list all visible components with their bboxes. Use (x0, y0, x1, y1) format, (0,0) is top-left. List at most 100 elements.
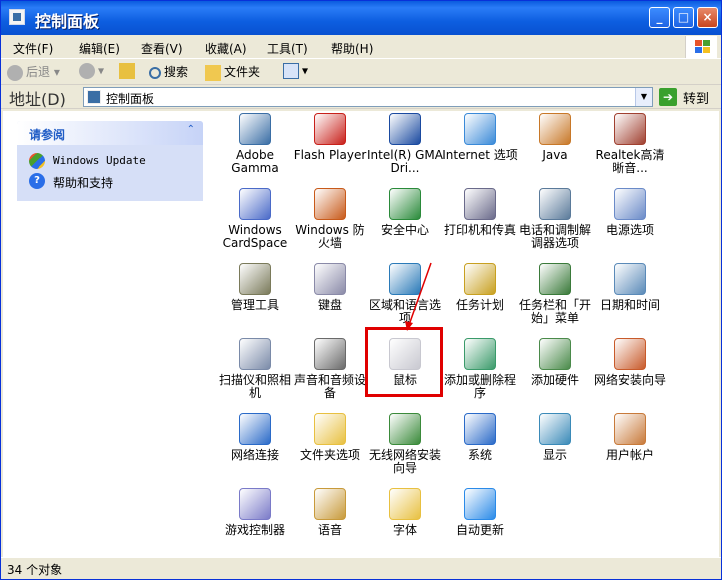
up-folder-button[interactable] (119, 63, 138, 79)
menu-bar: 文件(F) 编辑(E) 查看(V) 收藏(A) 工具(T) 帮助(H) (1, 35, 721, 59)
control-panel-item[interactable]: Internet 选项 (440, 113, 520, 183)
folders-button[interactable]: 文件夹 (205, 63, 260, 81)
address-bar: 地址(D) 控制面板 ▼ ➔ 转到 (1, 85, 721, 109)
control-panel-item-icon (539, 338, 571, 370)
control-panel-item[interactable]: 添加硬件 (515, 338, 595, 408)
control-panel-item-icon (389, 413, 421, 445)
control-panel-item-label: 显示 (542, 448, 567, 462)
menu-edit[interactable]: 编辑(E) (79, 40, 120, 57)
control-panel-item[interactable]: Intel(R) GMA Dri... (365, 113, 445, 183)
control-panel-item[interactable]: 系统 (440, 413, 520, 483)
control-panel-item-icon (464, 338, 496, 370)
control-panel-item[interactable]: 无线网络安装向导 (365, 413, 445, 483)
collapse-chevron-icon[interactable]: ⌃ (187, 124, 195, 135)
control-panel-window: 控制面板 _ □ × 文件(F) 编辑(E) 查看(V) 收藏(A) 工具(T)… (0, 0, 722, 580)
forward-button[interactable]: ▾ (79, 63, 104, 79)
control-panel-item[interactable]: Windows CardSpace (215, 188, 295, 258)
control-panel-item[interactable]: Adobe Gamma (215, 113, 295, 183)
control-panel-item-icon (314, 488, 346, 520)
go-label: 转到 (683, 92, 710, 107)
control-panel-item[interactable]: 游戏控制器 (215, 488, 295, 558)
control-panel-item[interactable]: 打印机和传真 (440, 188, 520, 258)
control-panel-item-label: 网络安装向导 (593, 373, 666, 387)
go-button[interactable]: ➔ 转到 (659, 87, 715, 107)
control-panel-item[interactable]: Realtek高清晰音... (590, 113, 670, 183)
control-panel-item-label: 用户帐户 (605, 448, 654, 462)
control-panel-item-icon (239, 263, 271, 295)
control-panel-item-label: 游戏控制器 (224, 523, 285, 537)
control-panel-item-icon (314, 413, 346, 445)
control-panel-item[interactable]: 安全中心 (365, 188, 445, 258)
control-panel-item[interactable]: Windows 防火墙 (290, 188, 370, 258)
control-panel-item-label: 语音 (317, 523, 342, 537)
control-panel-item-label: 文件夹选项 (299, 448, 360, 462)
control-panel-item-icon (539, 188, 571, 220)
control-panel-item-icon (614, 338, 646, 370)
control-panel-item-icon (239, 488, 271, 520)
control-panel-item-icon (314, 263, 346, 295)
control-panel-item-label: 电源选项 (605, 223, 654, 237)
address-label: 地址(D) (9, 90, 66, 109)
control-panel-item[interactable]: 日期和时间 (590, 263, 670, 333)
minimize-button[interactable]: _ (649, 7, 670, 28)
control-panel-item-icon (464, 488, 496, 520)
control-panel-item[interactable]: 键盘 (290, 263, 370, 333)
back-arrow-icon (7, 64, 23, 81)
control-panel-item-label: 电话和调制解调器选项 (518, 223, 591, 250)
control-panel-item[interactable]: Flash Player (290, 113, 370, 183)
close-button[interactable]: × (697, 7, 718, 28)
folder-icon (205, 64, 221, 81)
control-panel-item-icon (314, 188, 346, 220)
search-button[interactable]: 搜索 (149, 63, 188, 80)
control-panel-item-icon (239, 338, 271, 370)
control-panel-item[interactable]: 用户帐户 (590, 413, 670, 483)
control-panel-item[interactable]: Java (515, 113, 595, 183)
status-bar: 34 个对象 (1, 557, 721, 579)
control-panel-item-icon (239, 188, 271, 220)
see-also-header[interactable]: 请参阅 ⌃ (17, 121, 203, 145)
control-panel-item-label: 日期和时间 (599, 298, 660, 312)
control-panel-item[interactable]: 自动更新 (440, 488, 520, 558)
menu-favorites[interactable]: 收藏(A) (205, 40, 247, 57)
menu-tools[interactable]: 工具(T) (267, 40, 308, 57)
control-panel-item[interactable]: 语音 (290, 488, 370, 558)
control-panel-item[interactable]: 文件夹选项 (290, 413, 370, 483)
views-button[interactable]: ▾ (283, 63, 308, 79)
control-panel-item[interactable]: 任务栏和「开始」菜单 (515, 263, 595, 333)
control-panel-item[interactable]: 管理工具 (215, 263, 295, 333)
menu-help[interactable]: 帮助(H) (331, 40, 373, 57)
control-panel-item-label: 添加硬件 (530, 373, 579, 387)
control-panel-item-icon (539, 113, 571, 145)
control-panel-item-label: 键盘 (317, 298, 342, 312)
control-panel-item-label: Adobe Gamma (231, 148, 279, 175)
search-label: 搜索 (164, 65, 189, 79)
control-panel-item[interactable]: 电源选项 (590, 188, 670, 258)
control-panel-item[interactable]: 网络安装向导 (590, 338, 670, 408)
control-panel-item-icon (614, 113, 646, 145)
control-panel-item[interactable]: 电话和调制解调器选项 (515, 188, 595, 258)
control-panel-item[interactable]: 显示 (515, 413, 595, 483)
address-input[interactable]: 控制面板 ▼ (83, 87, 653, 107)
control-panel-item[interactable]: 扫描仪和照相机 (215, 338, 295, 408)
back-label: 后退 (26, 65, 51, 79)
folders-label: 文件夹 (224, 65, 261, 79)
control-panel-item[interactable]: 声音和音频设备 (290, 338, 370, 408)
control-panel-item[interactable]: 字体 (365, 488, 445, 558)
control-panel-item-icon (239, 413, 271, 445)
title-bar[interactable]: 控制面板 _ □ × (1, 1, 721, 35)
control-panel-item[interactable]: 添加或删除程序 (440, 338, 520, 408)
control-panel-item-icon (389, 488, 421, 520)
see-also-body: Windows Update ? 帮助和支持 (17, 145, 203, 201)
menu-file[interactable]: 文件(F) (13, 40, 53, 57)
back-button[interactable]: 后退 ▾ (7, 63, 60, 81)
control-panel-item[interactable]: 网络连接 (215, 413, 295, 483)
address-dropdown[interactable]: ▼ (635, 88, 652, 106)
menu-view[interactable]: 查看(V) (141, 40, 183, 57)
toolbar: 后退 ▾ ▾ 搜索 文件夹 ▾ (1, 59, 721, 85)
control-panel-item-label: Windows 防火墙 (295, 223, 365, 250)
control-panel-item-label: 管理工具 (230, 298, 279, 312)
control-panel-item-label: Flash Player (293, 148, 367, 162)
control-panel-item[interactable]: 任务计划 (440, 263, 520, 333)
maximize-button[interactable]: □ (673, 7, 694, 28)
control-panel-item-icon (239, 113, 271, 145)
